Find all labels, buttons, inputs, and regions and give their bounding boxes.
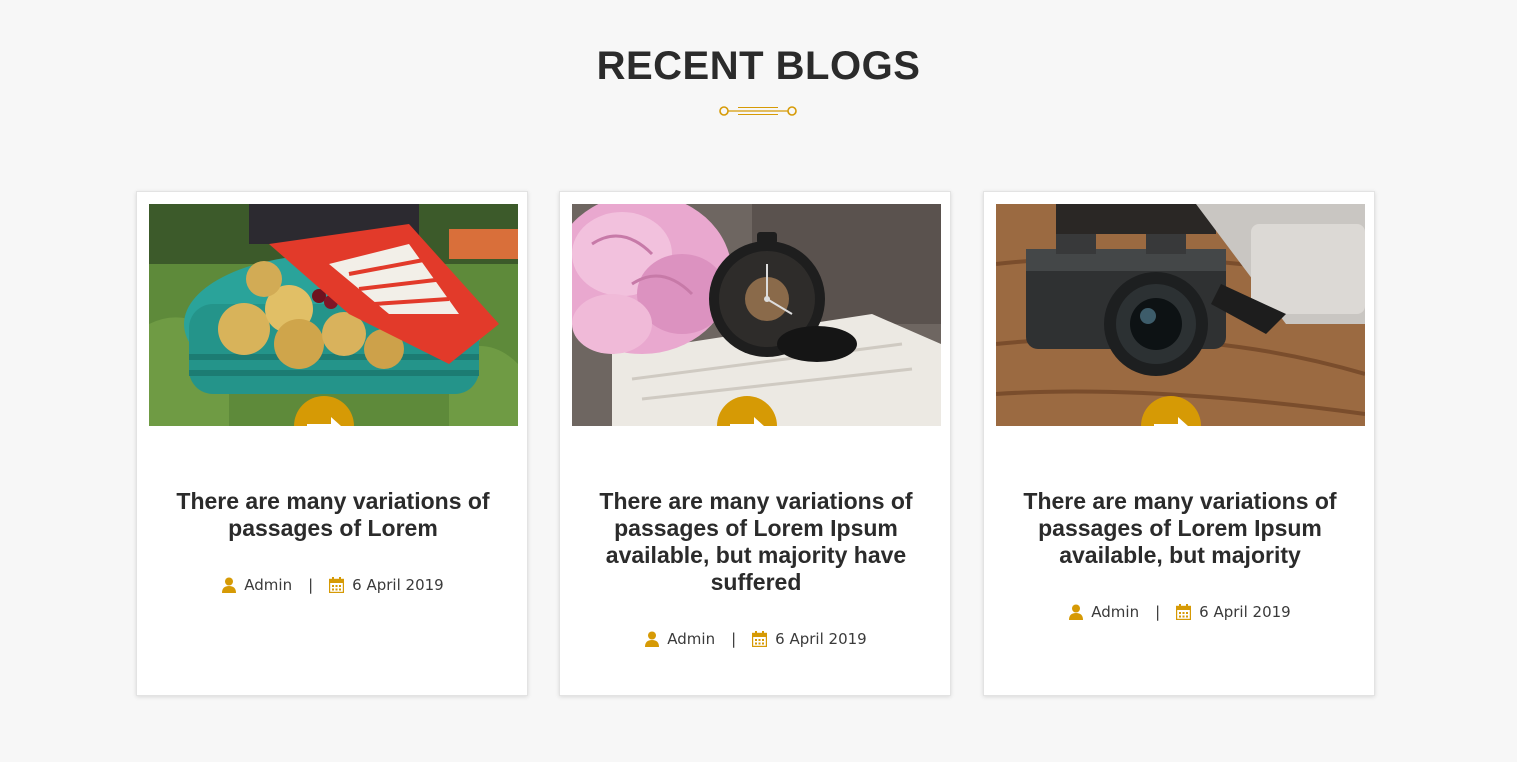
card-body: There are many variations of passages of… [580,488,932,648]
user-icon [1069,604,1084,620]
card-body: There are many variations of passages of… [157,488,509,594]
post-author[interactable]: Admin [1091,603,1139,621]
post-title[interactable]: There are many variations of passages of… [580,488,932,596]
section-title: RECENT BLOGS [596,44,921,88]
user-icon [222,577,237,593]
post-date: 6 April 2019 [1199,603,1291,621]
vintage-camera-image[interactable] [996,204,1365,426]
post-title[interactable]: There are many variations of passages of… [157,488,509,542]
card-body: There are many variations of passages of… [1004,488,1356,621]
post-author[interactable]: Admin [667,630,715,648]
user-icon [645,631,660,647]
blog-card: There are many variations of passages of… [983,191,1375,696]
meta-separator: | [1155,603,1161,621]
calendar-icon [1176,604,1192,620]
post-meta: Admin | 6 April 2019 [157,576,509,594]
meta-separator: | [731,630,737,648]
arrow-right-icon [1154,417,1188,426]
blog-card: There are many variations of passages of… [136,191,528,696]
post-date: 6 April 2019 [352,576,444,594]
post-author[interactable]: Admin [244,576,292,594]
title-divider [719,106,797,116]
arrow-right-icon [307,417,341,426]
post-meta: Admin | 6 April 2019 [580,630,932,648]
calendar-icon [752,631,768,647]
post-meta: Admin | 6 April 2019 [1004,603,1356,621]
post-title[interactable]: There are many variations of passages of… [1004,488,1356,569]
pocket-watch-flowers-image[interactable] [572,204,941,426]
post-date: 6 April 2019 [775,630,867,648]
meta-separator: | [308,576,314,594]
arrow-right-icon [730,417,764,426]
muffins-basket-image[interactable] [149,204,518,426]
calendar-icon [329,577,345,593]
blog-card: There are many variations of passages of… [559,191,951,696]
